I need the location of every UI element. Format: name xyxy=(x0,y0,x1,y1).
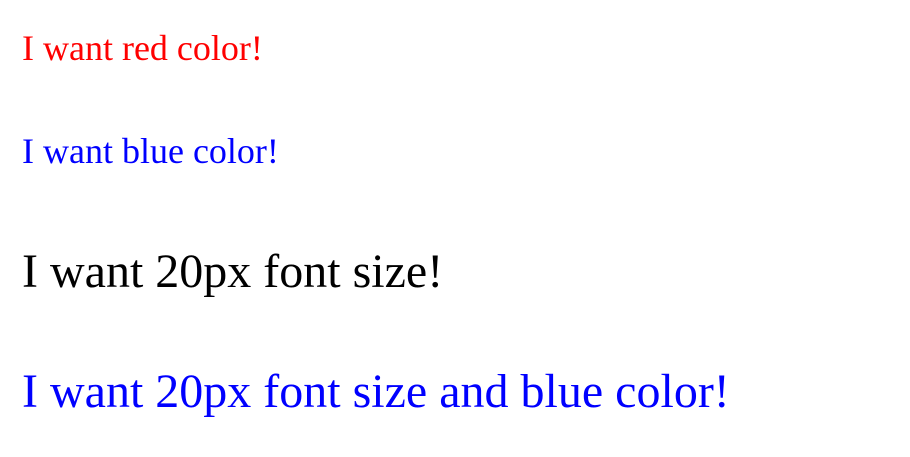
large-font-text: I want 20px font size! xyxy=(22,245,444,298)
large-blue-text: I want 20px font size and blue color! xyxy=(22,365,730,418)
blue-color-text: I want blue color! xyxy=(22,131,279,171)
red-color-text: I want red color! xyxy=(22,28,263,68)
